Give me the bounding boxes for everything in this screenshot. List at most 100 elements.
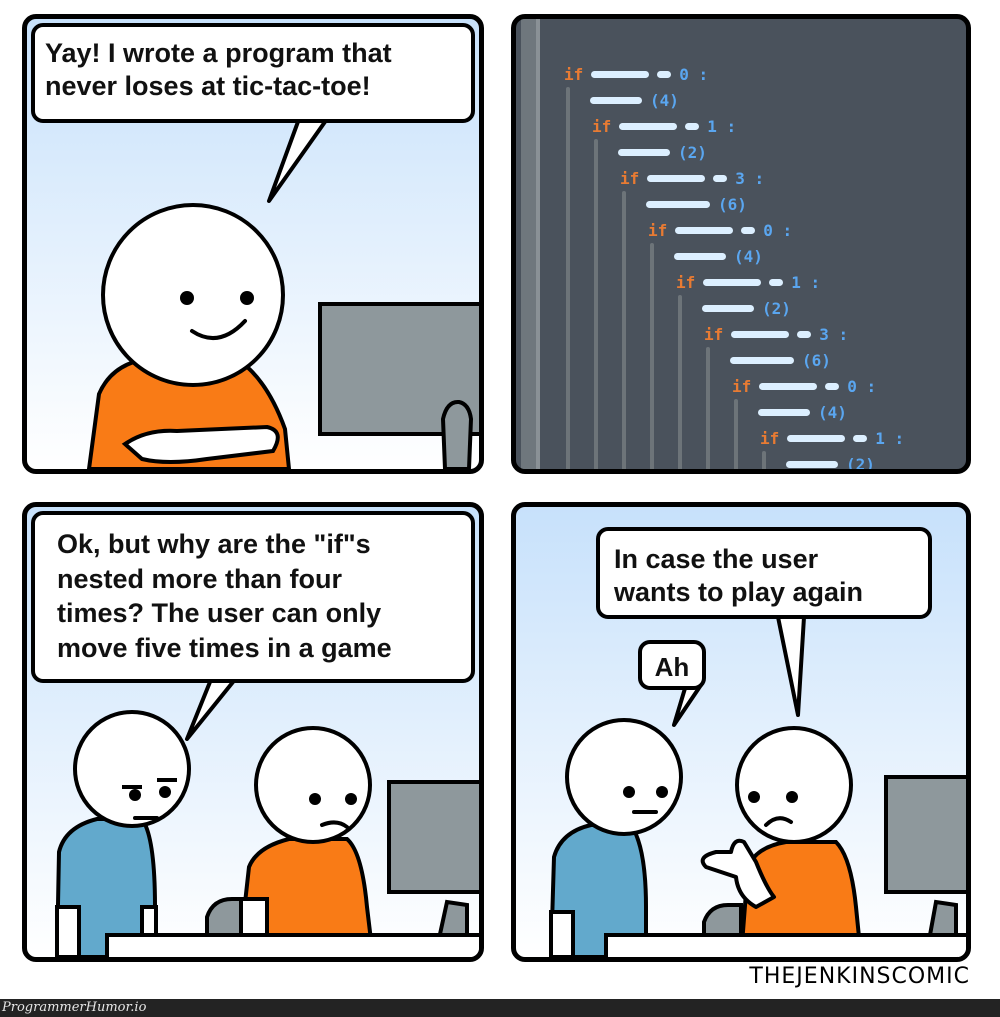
speech-bubble: Yay! I wrote a program that never loses … xyxy=(31,23,475,123)
code-number: (6) xyxy=(718,194,747,214)
code-number: (2) xyxy=(846,454,875,474)
head xyxy=(735,726,853,844)
code-scribble xyxy=(619,122,678,130)
keyword-if: if xyxy=(648,220,668,240)
speech-bubble: Ok, but why are the "if"s nested more th… xyxy=(31,511,475,683)
code-line-call: (2) xyxy=(786,454,875,474)
code-number: (6) xyxy=(802,350,831,370)
speech-tail xyxy=(185,675,239,741)
arm xyxy=(549,910,575,957)
comic-signature: THEJENKINSCOMIC xyxy=(749,964,970,989)
code-number: 3 : xyxy=(819,324,849,344)
keyword-if: if xyxy=(676,272,696,292)
desk xyxy=(604,933,966,957)
eye xyxy=(656,786,668,798)
code-scribble xyxy=(675,226,734,234)
code-scribble xyxy=(702,304,754,312)
eye xyxy=(786,791,798,803)
code-scribble xyxy=(646,200,710,208)
speech-line: nested more than four xyxy=(57,563,343,594)
code-line-if: if 1 : xyxy=(592,116,737,136)
keyword-if: if xyxy=(592,116,612,136)
reply-tail xyxy=(672,683,703,727)
keyword-if: if xyxy=(564,64,584,84)
eye xyxy=(129,789,141,801)
indent-guide xyxy=(594,139,598,469)
code-line-if: if 3 : xyxy=(704,324,849,344)
code-line-if: if 1 : xyxy=(760,428,905,448)
indent-guide xyxy=(706,347,710,469)
code-number: (2) xyxy=(762,298,791,318)
code-scribble xyxy=(703,278,762,286)
code-line-if: if 0 : xyxy=(648,220,793,240)
code-scribble xyxy=(797,330,812,338)
monitor xyxy=(884,775,966,894)
code-scribble xyxy=(730,356,794,364)
watermark-text: ProgrammerHumor.io xyxy=(2,1000,147,1015)
code-line-if: if 0 : xyxy=(564,64,709,84)
reply-bubble: Ah xyxy=(638,640,706,690)
code-number: (4) xyxy=(734,246,763,266)
arm xyxy=(55,905,81,957)
speech-line: wants to play again xyxy=(614,576,864,607)
code-scribble xyxy=(787,434,846,442)
speech-line: times? The user can only xyxy=(57,598,382,629)
code-line-call: (6) xyxy=(730,350,831,370)
eye xyxy=(159,786,171,798)
code-scribble xyxy=(591,70,650,78)
speech-tail xyxy=(267,117,329,203)
code-line-call: (2) xyxy=(702,298,791,318)
code-scribble xyxy=(674,252,726,260)
code-line-call: (4) xyxy=(758,402,847,422)
keyword-if: if xyxy=(620,168,640,188)
code-line-call: (6) xyxy=(646,194,747,214)
speech-line: Yay! I wrote a program that xyxy=(45,38,392,68)
code-number: 0 : xyxy=(763,220,793,240)
code-line-call: (2) xyxy=(618,142,707,162)
code-number: (4) xyxy=(650,90,679,110)
code-line-if: if 0 : xyxy=(732,377,876,396)
editor-gutter-edge xyxy=(536,19,540,469)
code-scribble xyxy=(731,330,790,338)
eye xyxy=(623,786,635,798)
code-number: 0 : xyxy=(679,64,709,84)
panel-3: Ok, but why are the "if"s nested more th… xyxy=(22,502,484,962)
code-number: 3 : xyxy=(735,168,765,188)
code-scribble xyxy=(769,278,784,286)
head xyxy=(565,718,683,836)
head xyxy=(254,726,372,844)
chair xyxy=(440,399,474,469)
eye xyxy=(309,793,321,805)
code-scribble xyxy=(618,148,670,156)
indent-guide xyxy=(622,191,626,469)
indent-guide xyxy=(678,295,682,469)
code-scribble xyxy=(713,174,728,182)
code-line-if: if 1 : xyxy=(676,272,820,292)
panel-2-code-editor: if 0 : (4) if 1 : (2) if 3 : (6) if 0 : (4) if 1 : (2)… xyxy=(511,14,971,474)
monitor xyxy=(387,780,479,894)
indent-guide xyxy=(566,87,570,469)
code-scribble xyxy=(647,174,706,182)
speech-line: never loses at tic-tac-toe! xyxy=(45,70,371,101)
code-scribble xyxy=(786,460,838,468)
code-scribble xyxy=(685,122,700,130)
head xyxy=(73,710,191,828)
code-scribble xyxy=(825,382,840,390)
panel-4: In case the user wants to play again Ah xyxy=(511,502,971,962)
keyword-if: if xyxy=(704,324,724,344)
code-number: 1 : xyxy=(875,428,905,448)
code-scribble xyxy=(590,96,642,104)
speech-line: In case the user xyxy=(614,544,819,574)
eye xyxy=(180,291,194,305)
code-number: 1 : xyxy=(707,116,737,136)
speech-line: Ok, but why are the "if"s xyxy=(57,529,371,559)
code-number: (2) xyxy=(678,142,707,162)
code-number: (4) xyxy=(818,402,847,422)
indent-guide xyxy=(650,243,654,469)
eye xyxy=(748,791,760,803)
code-line-call: (4) xyxy=(590,90,679,110)
panel-1: Yay! I wrote a program that never loses … xyxy=(22,14,484,474)
eye xyxy=(345,793,357,805)
code-line-call: (4) xyxy=(674,246,763,266)
code-scribble xyxy=(853,434,868,442)
